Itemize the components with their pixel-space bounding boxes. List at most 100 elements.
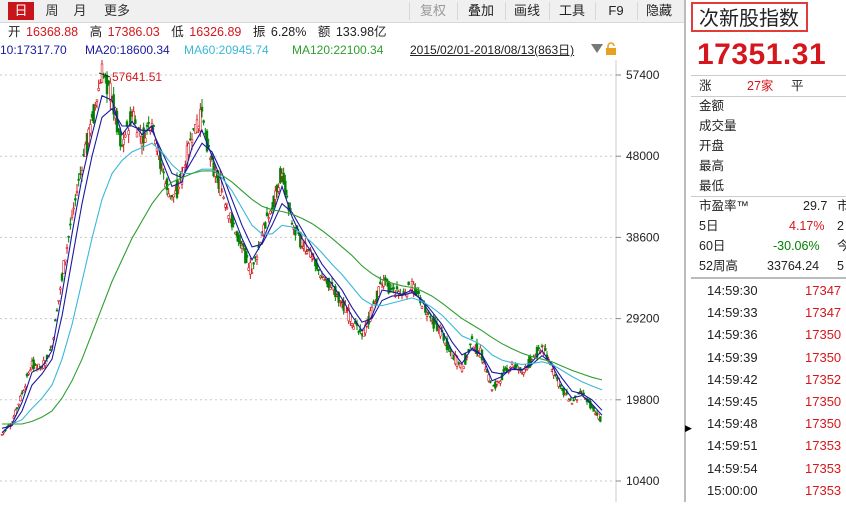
candle-body — [575, 399, 579, 401]
tab-monthly[interactable]: 月 — [68, 2, 92, 20]
hide-button[interactable]: 隐藏 — [637, 2, 685, 20]
candle-body — [135, 132, 139, 138]
y-tick-label: 48000 — [626, 149, 660, 163]
candle-body — [407, 281, 410, 285]
tick-row: 14:59:30 17347 — [691, 280, 846, 303]
range-dropdown-icon[interactable] — [591, 44, 603, 53]
candle-body — [230, 214, 234, 228]
candle-body — [94, 105, 97, 108]
tick-row: 15:00:00 17353 — [691, 480, 846, 503]
52w-high-value: 33764.24 — [767, 259, 820, 273]
candle-body — [105, 74, 109, 95]
tick-row: 14:59:39 17350 — [691, 347, 846, 370]
y-tick-label: 57400 — [626, 68, 660, 82]
candle-body — [145, 124, 149, 127]
tick-price: 17347 — [805, 283, 842, 298]
info-row: 成交量 — [691, 116, 846, 136]
candle-body — [260, 234, 264, 237]
stat-row: 市盈率™ 29.7 市 — [691, 196, 846, 216]
candle-body — [177, 186, 180, 190]
5d-label: 5日 — [699, 219, 719, 233]
candle-body — [59, 287, 62, 290]
stat-row: 5日 4.17% 2 — [691, 216, 846, 236]
candle-body — [92, 104, 95, 123]
amount-row-label: 金额 — [699, 99, 725, 113]
candle-body — [75, 191, 79, 193]
candle-body — [70, 215, 74, 218]
draw-line-button[interactable]: 画线 — [505, 2, 548, 20]
52w-high-label: 52周高 — [699, 259, 738, 273]
candle-body — [515, 364, 519, 367]
candle-body — [125, 121, 129, 126]
candle-body — [65, 247, 69, 249]
tick-time: 15:00:00 — [707, 482, 758, 498]
candle-body — [269, 210, 272, 214]
candle-body — [97, 88, 100, 91]
advance-row: 涨 27家 平 — [691, 76, 846, 96]
date-range[interactable]: 2015/02/01-2018/08/13(863日) — [410, 41, 574, 59]
tick-price: 17352 — [805, 371, 842, 387]
adjust-button[interactable]: 复权 — [409, 2, 456, 20]
candle-body — [352, 326, 355, 330]
stat-row: 52周高 33764.24 5 — [691, 256, 846, 276]
candle-body — [329, 287, 332, 290]
candle-body — [285, 195, 289, 198]
candle-body — [537, 347, 540, 350]
candle-body — [592, 406, 595, 412]
tick-row: 14:59:51 17353 — [691, 435, 846, 458]
candle-body — [305, 251, 309, 254]
high-label: 高 — [89, 25, 103, 39]
candle-body — [200, 106, 204, 112]
ma-legend: 10:17317.70 MA20:18600.34 MA60:20945.74 … — [0, 41, 685, 59]
candle-body — [122, 138, 125, 145]
candle-body — [60, 273, 64, 281]
candle-body — [564, 393, 567, 396]
candle-body — [77, 178, 80, 181]
tick-time: 14:59:45 — [707, 394, 758, 409]
amount-value: 133.98亿 — [335, 25, 387, 39]
lock-icon[interactable] — [605, 42, 617, 61]
overlay-button[interactable]: 叠加 — [457, 2, 504, 20]
ma120-value: MA120:22100.34 — [292, 43, 384, 57]
candle-body — [29, 369, 32, 372]
candle-body — [429, 316, 432, 318]
candle-body — [69, 223, 72, 226]
open-value: 16368.88 — [26, 25, 79, 39]
candle-body — [482, 362, 485, 365]
candle-body — [572, 399, 575, 402]
candle-body — [15, 407, 19, 409]
candle-body — [562, 388, 565, 395]
stat-extra: 市 — [837, 199, 846, 213]
kline-chart[interactable]: 57400 48000 38600 29200 19800 10400 57641.51 — [0, 55, 685, 502]
candle-body — [377, 286, 380, 297]
tab-weekly[interactable]: 周 — [40, 2, 64, 20]
volume-row-label: 成交量 — [699, 119, 737, 133]
candle-body — [165, 178, 169, 190]
info-row: 最低 — [691, 176, 846, 196]
tick-row: 14:59:54 17353 — [691, 458, 846, 481]
tick-price: 17350 — [805, 394, 842, 409]
tools-button[interactable]: 工具 — [549, 2, 594, 20]
tab-more[interactable]: 更多 — [96, 2, 138, 20]
tab-daily[interactable]: 日 — [8, 2, 34, 20]
candle-body — [54, 319, 57, 322]
candle-body — [579, 390, 582, 394]
index-name: 次新股指数 — [691, 2, 808, 32]
tick-time: 14:59:36 — [707, 327, 758, 343]
candle-body — [270, 207, 274, 210]
tick-row: 14:59:48 17350 — [691, 413, 846, 436]
ma120-line — [2, 170, 603, 425]
quote-summary: 开 16368.88 高 17386.03 低 16326.89 振 6.28%… — [0, 23, 685, 41]
5d-value: 4.17% — [789, 219, 825, 233]
candle-body — [252, 262, 255, 265]
low-row-label: 最低 — [699, 179, 725, 193]
kline-chart-svg: 57400 48000 38600 29200 19800 10400 57641.51 — [0, 55, 660, 502]
candle-body — [317, 269, 320, 271]
candle-body — [447, 345, 450, 350]
candle-body — [224, 204, 227, 208]
candle-body — [34, 364, 37, 366]
ma20-value: MA20:18600.34 — [85, 43, 170, 57]
f9-button[interactable]: F9 — [595, 2, 636, 20]
info-row: 开盘 — [691, 136, 846, 156]
candle-body — [72, 207, 75, 210]
